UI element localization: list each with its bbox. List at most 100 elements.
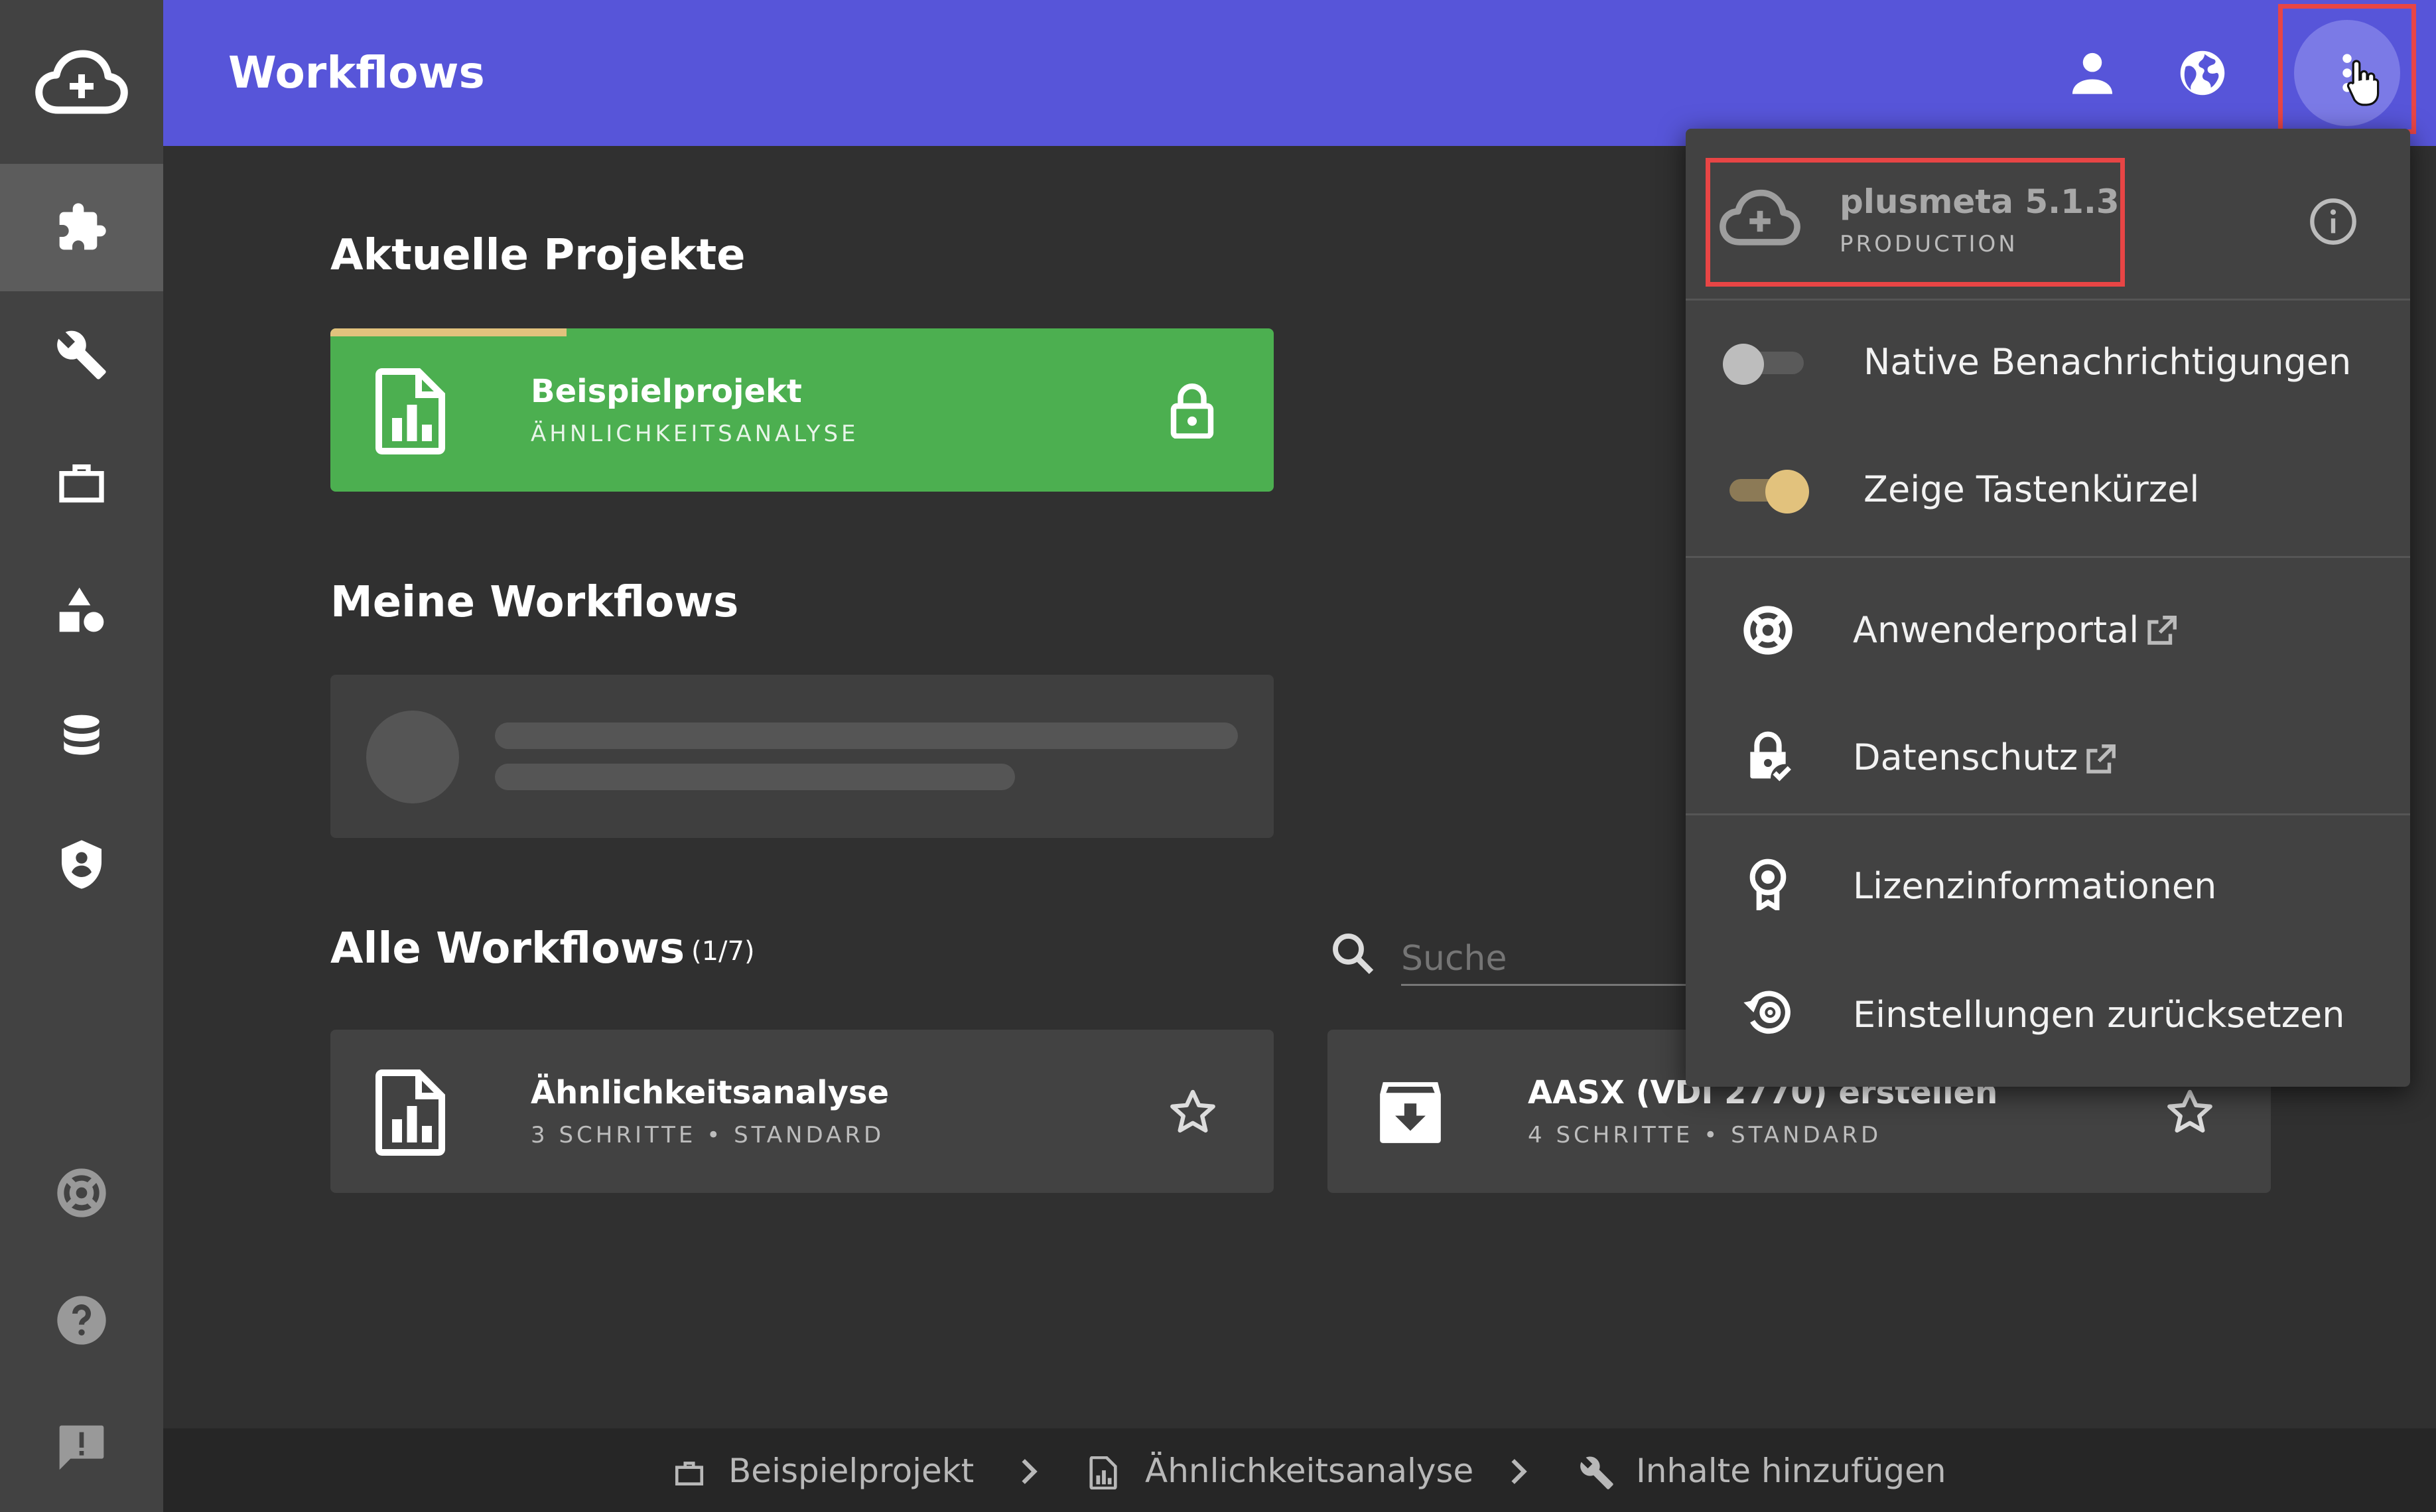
menu-item-user-portal[interactable]: Anwenderportal xyxy=(1686,567,2410,686)
recent-project-title: Beispielprojekt xyxy=(531,373,802,410)
lifebuoy-icon xyxy=(1743,606,1793,655)
native-notifications-toggle[interactable] xyxy=(1723,344,1809,385)
sidebar-item-projects[interactable] xyxy=(0,419,163,546)
recent-project-subtitle: ÄHNLICHKEITSANALYSE xyxy=(531,421,859,447)
search-input[interactable] xyxy=(1401,933,1693,986)
menu-item-reset-settings[interactable]: Einstellungen zurücksetzen xyxy=(1686,951,2410,1071)
sidebar xyxy=(0,0,163,1512)
chart-document-icon xyxy=(375,1069,445,1156)
menu-icon-wrap xyxy=(1735,851,1801,917)
workflow-subtitle: 4 SCHRITTE • STANDARD xyxy=(1528,1122,1882,1148)
section-title-all-workflows: Alle Workflows xyxy=(330,924,685,973)
feedback-icon xyxy=(59,1425,104,1470)
external-link-icon xyxy=(2147,616,2177,645)
workflow-icon-wrap xyxy=(375,1069,448,1156)
menu-divider xyxy=(1686,813,2410,815)
account-icon xyxy=(2072,52,2113,94)
sidebar-item-shapes[interactable] xyxy=(0,546,163,673)
favorite-button[interactable] xyxy=(2165,1087,2215,1137)
help-icon xyxy=(57,1296,106,1345)
chart-document-icon xyxy=(1089,1456,1117,1489)
app-header: Workflows xyxy=(163,0,2436,146)
skeleton-avatar xyxy=(366,711,459,803)
highlight-version-info xyxy=(1706,158,2125,287)
language-button[interactable] xyxy=(2169,40,2236,106)
workflow-subtitle: 3 SCHRITTE • STANDARD xyxy=(531,1122,885,1148)
about-button[interactable] xyxy=(2300,188,2366,255)
menu-item-label: Datenschutz xyxy=(1853,736,2078,778)
archive-download-icon xyxy=(1380,1082,1441,1143)
toggle-thumb xyxy=(1723,344,1764,385)
external-link-icon-wrap xyxy=(2082,742,2118,778)
project-progress-bar xyxy=(330,328,567,336)
section-title-my-workflows: Meine Workflows xyxy=(330,578,739,627)
briefcase-icon xyxy=(59,464,104,503)
shapes-icon xyxy=(59,587,104,632)
menu-divider xyxy=(1686,556,2410,558)
breadcrumb: Beispielprojekt Ähnlichkeitsanalyse Inha… xyxy=(163,1428,2436,1512)
sidebar-item-database[interactable] xyxy=(0,673,163,801)
settings-reset-icon xyxy=(1743,991,1791,1034)
puzzle-icon xyxy=(59,203,106,250)
menu-icon-wrap xyxy=(1735,979,1801,1046)
page-title: Workflows xyxy=(228,47,485,98)
breadcrumb-item-workflow[interactable]: Ähnlichkeitsanalyse xyxy=(1145,1450,1473,1492)
external-link-icon xyxy=(2086,744,2116,774)
cloud-plus-icon xyxy=(35,50,128,114)
briefcase-icon xyxy=(675,1462,704,1485)
info-icon xyxy=(2310,198,2356,245)
account-button[interactable] xyxy=(2059,40,2126,106)
breadcrumb-item-project[interactable]: Beispielprojekt xyxy=(728,1450,974,1492)
sidebar-item-admin[interactable] xyxy=(0,801,163,928)
sidebar-item-support[interactable] xyxy=(0,1129,163,1257)
highlight-more-button xyxy=(2278,4,2416,134)
native-notifications-label: Native Benachrichtigungen xyxy=(1863,341,2352,383)
menu-item-license-info[interactable]: Lizenzinformationen xyxy=(1686,823,2410,942)
breadcrumb-project-icon-wrap xyxy=(673,1456,706,1489)
menu-item-label: Anwenderportal xyxy=(1853,609,2139,651)
shield-icon xyxy=(62,840,102,889)
app-logo[interactable] xyxy=(0,17,163,150)
lifebuoy-icon xyxy=(57,1168,106,1217)
sidebar-item-help[interactable] xyxy=(0,1257,163,1384)
sidebar-item-extensions[interactable] xyxy=(0,164,163,291)
wrench-icon xyxy=(1580,1456,1613,1489)
recent-project-card[interactable]: Beispielprojekt ÄHNLICHKEITSANALYSE xyxy=(330,328,1274,492)
toggle-thumb xyxy=(1765,470,1809,514)
section-title-recent-projects: Aktuelle Projekte xyxy=(330,231,746,280)
chevron-right-icon xyxy=(1511,1459,1527,1484)
sidebar-item-feedback[interactable] xyxy=(0,1384,163,1511)
menu-item-privacy[interactable]: Datenschutz xyxy=(1686,694,2410,813)
breadcrumb-workflow-icon-wrap xyxy=(1089,1456,1118,1489)
search-icon-wrap xyxy=(1329,930,1377,978)
chevron-right-icon xyxy=(1022,1459,1038,1484)
workflow-icon-wrap xyxy=(1374,1076,1447,1149)
skeleton-line xyxy=(495,722,1238,749)
sidebar-item-tools[interactable] xyxy=(0,291,163,419)
menu-icon-wrap xyxy=(1735,723,1801,790)
globe-icon xyxy=(2180,50,2225,96)
lock-check-icon xyxy=(1750,731,1791,782)
wrench-icon xyxy=(57,330,106,379)
menu-item-label: Lizenzinformationen xyxy=(1853,865,2217,907)
chart-document-icon xyxy=(375,368,445,454)
breadcrumb-item-step[interactable]: Inhalte hinzufügen xyxy=(1636,1450,1946,1492)
workflow-title: Ähnlichkeitsanalyse xyxy=(531,1074,889,1111)
menu-item-label: Einstellungen zurücksetzen xyxy=(1853,994,2345,1036)
breadcrumb-separator xyxy=(1012,1455,1046,1488)
show-shortcuts-label: Zeige Tastenkürzel xyxy=(1863,468,2200,510)
external-link-icon-wrap xyxy=(2143,613,2179,649)
more-menu: plusmeta 5.1.3 PRODUCTION Native Benachr… xyxy=(1686,129,2410,1087)
skeleton-line xyxy=(495,764,1015,790)
show-shortcuts-toggle[interactable] xyxy=(1727,467,1813,514)
workflow-card[interactable]: Ähnlichkeitsanalyse 3 SCHRITTE • STANDAR… xyxy=(330,1030,1274,1193)
award-icon xyxy=(1749,859,1787,910)
menu-icon-wrap xyxy=(1735,597,1801,663)
star-outline-icon xyxy=(1170,1089,1215,1133)
menu-divider xyxy=(1686,299,2410,301)
search-icon xyxy=(1333,933,1374,975)
project-lock-button[interactable] xyxy=(1169,383,1215,439)
breadcrumb-separator xyxy=(1502,1455,1535,1488)
favorite-button[interactable] xyxy=(1168,1087,1218,1137)
workflow-count: (1/7) xyxy=(691,936,755,967)
